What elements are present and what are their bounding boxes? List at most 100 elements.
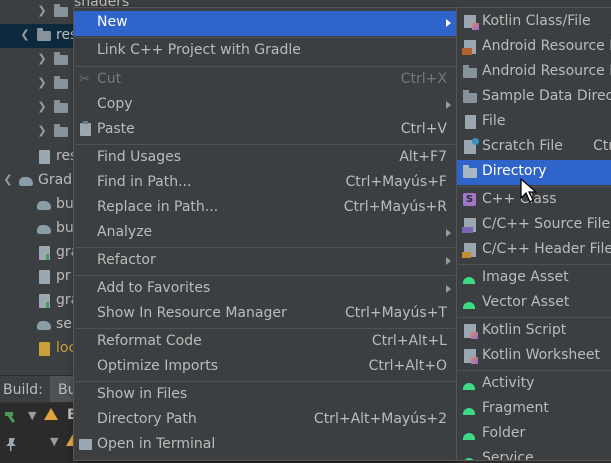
submenu-item-cpp-source-file[interactable]: C/C++ Source File <box>457 213 611 238</box>
pin-icon[interactable] <box>5 437 17 451</box>
tree-row-label: Grad <box>38 172 73 188</box>
submenu-item-android-resource-directory[interactable]: Android Resource D <box>457 60 611 85</box>
menu-separator <box>458 264 611 265</box>
menu-item-new[interactable]: New <box>74 11 456 36</box>
menu-item-shortcut: Ctrl+Mayús+T <box>344 305 447 321</box>
menu-item-label: Reformat Code <box>97 333 202 349</box>
chevron-right-icon[interactable]: ❯ <box>36 51 48 67</box>
submenu-item-kotlin-worksheet[interactable]: Kotlin Worksheet <box>457 344 611 369</box>
menu-item-refactor[interactable]: Refactor <box>74 249 456 274</box>
menu-item-label: Show In Resource Manager <box>97 305 287 321</box>
menu-item-shortcut: Ctrl+Alt+L <box>371 333 447 349</box>
submenu-item-file[interactable]: File <box>457 110 611 135</box>
folder-icon <box>54 124 70 140</box>
chevron-down-icon[interactable]: ❮ <box>19 27 31 43</box>
menu-item-label: Add to Favorites <box>97 280 211 296</box>
cpp-header-icon <box>462 243 478 258</box>
chevron-right-icon[interactable]: ❯ <box>36 123 48 139</box>
folder-icon <box>54 100 70 116</box>
tree-row-label: pr <box>56 268 71 284</box>
android-icon <box>463 427 478 442</box>
menu-item-label: Link C++ Project with Gradle <box>97 42 301 58</box>
menu-item-optimize-imports[interactable]: Optimize Imports Ctrl+Alt+O <box>74 355 456 380</box>
gradle-icon <box>37 317 53 333</box>
submenu-item-image-asset[interactable]: Image Asset <box>457 266 611 291</box>
submenu-item-label: Kotlin Worksheet <box>482 347 600 363</box>
kotlin-script-icon <box>463 324 478 339</box>
menu-item-replace-in-path[interactable]: Replace in Path... Ctrl+Mayús+R <box>74 196 456 221</box>
android-resource-file-icon <box>462 40 478 55</box>
menu-item-reformat-code[interactable]: Reformat Code Ctrl+Alt+L <box>74 330 456 355</box>
menu-item-analyze[interactable]: Analyze <box>74 221 456 246</box>
android-icon <box>463 377 478 392</box>
submenu-item-label: C/C++ Source File <box>482 216 611 232</box>
menu-item-directory-path[interactable]: Directory Path Ctrl+Alt+Mayús+2 <box>74 408 456 433</box>
folder-icon <box>54 52 70 68</box>
submenu-item-activity[interactable]: Activity <box>457 372 611 397</box>
menu-item-add-to-favorites[interactable]: Add to Favorites <box>74 277 456 302</box>
folder-icon <box>463 65 478 80</box>
menu-item-show-in-resource-manager[interactable]: Show In Resource Manager Ctrl+Mayús+T <box>74 302 456 327</box>
submenu-item-label: Android Resource D <box>482 63 611 79</box>
android-icon <box>463 452 478 460</box>
folder-icon <box>463 90 478 105</box>
menu-item-label: Replace in Path... <box>97 199 219 215</box>
menu-item-find-usages[interactable]: Find Usages Alt+F7 <box>74 146 456 171</box>
tree-row-label: bu <box>56 196 74 212</box>
menu-item-label: Analyze <box>97 224 153 240</box>
submenu-item-label: Service <box>482 450 534 461</box>
submenu-item-folder[interactable]: Folder <box>457 422 611 447</box>
menu-item-shortcut: Ctrl+Alt+Mayús+2 <box>313 411 447 427</box>
submenu-item-android-resource-file[interactable]: Android Resource F <box>457 35 611 60</box>
menu-item-label: Paste <box>97 121 135 137</box>
tree-row-label: bu <box>56 220 74 236</box>
submenu-item-label: Kotlin Class/File <box>482 13 591 29</box>
menu-separator <box>75 381 455 382</box>
android-icon <box>463 271 478 286</box>
chevron-down-icon[interactable]: ▼ <box>28 409 36 422</box>
chevron-right-icon[interactable]: ❯ <box>36 99 48 115</box>
menu-separator <box>75 144 455 145</box>
menu-item-find-in-path[interactable]: Find in Path... Ctrl+Mayús+F <box>74 171 456 196</box>
scissors-icon: ✂ <box>79 72 90 87</box>
hammer-icon[interactable] <box>4 410 18 424</box>
submenu-item-vector-asset[interactable]: Vector Asset <box>457 291 611 316</box>
menu-item-show-in-files[interactable]: Show in Files <box>74 383 456 408</box>
submenu-item-scratch-file[interactable]: Scratch File Ctr <box>457 135 611 160</box>
new-submenu: Kotlin Class/File Android Resource F And… <box>456 7 611 461</box>
menu-item-cut[interactable]: ✂ Cut Ctrl+X <box>74 68 456 93</box>
submenu-arrow-icon <box>446 285 451 293</box>
menu-item-shortcut: Ctrl+X <box>400 71 447 87</box>
menu-item-open-in-terminal[interactable]: Open in Terminal <box>74 433 456 458</box>
submenu-item-label: Fragment <box>482 400 549 416</box>
text-file-icon <box>37 269 53 285</box>
submenu-item-service[interactable]: Service <box>457 447 611 461</box>
submenu-item-label: Android Resource F <box>482 38 611 54</box>
chevron-down-icon[interactable]: ▼ <box>50 435 58 448</box>
menu-item-label: Copy <box>97 96 133 112</box>
menu-separator <box>458 370 611 371</box>
menu-item-paste[interactable]: Paste Ctrl+V <box>74 118 456 143</box>
chevron-down-icon[interactable]: ❮ <box>2 172 14 188</box>
submenu-item-kotlin-script[interactable]: Kotlin Script <box>457 319 611 344</box>
submenu-item-label: Directory <box>482 163 547 179</box>
menu-separator <box>75 247 455 248</box>
paste-icon <box>79 121 93 137</box>
menu-item-label: Cut <box>97 71 122 87</box>
submenu-arrow-icon <box>446 101 451 109</box>
menu-separator <box>75 66 455 67</box>
menu-item-link-cpp-project[interactable]: Link C++ Project with Gradle <box>74 39 456 64</box>
submenu-item-kotlin-class-file[interactable]: Kotlin Class/File <box>457 10 611 35</box>
submenu-item-label: Kotlin Script <box>482 322 567 338</box>
submenu-item-fragment[interactable]: Fragment <box>457 397 611 422</box>
chevron-right-icon[interactable]: ❯ <box>36 75 48 91</box>
resource-folder-icon <box>37 28 53 44</box>
submenu-item-sample-data-directory[interactable]: Sample Data Direct <box>457 85 611 110</box>
menu-item-label: New <box>97 14 128 30</box>
tree-row-label: se <box>56 316 72 332</box>
chevron-right-icon[interactable]: ❯ <box>36 3 48 19</box>
submenu-item-cpp-header-file[interactable]: C/C++ Header File <box>457 238 611 263</box>
context-menu: New Link C++ Project with Gradle ✂ Cut C… <box>73 7 457 461</box>
submenu-item-label: Image Asset <box>482 269 569 285</box>
menu-item-copy[interactable]: Copy <box>74 93 456 118</box>
